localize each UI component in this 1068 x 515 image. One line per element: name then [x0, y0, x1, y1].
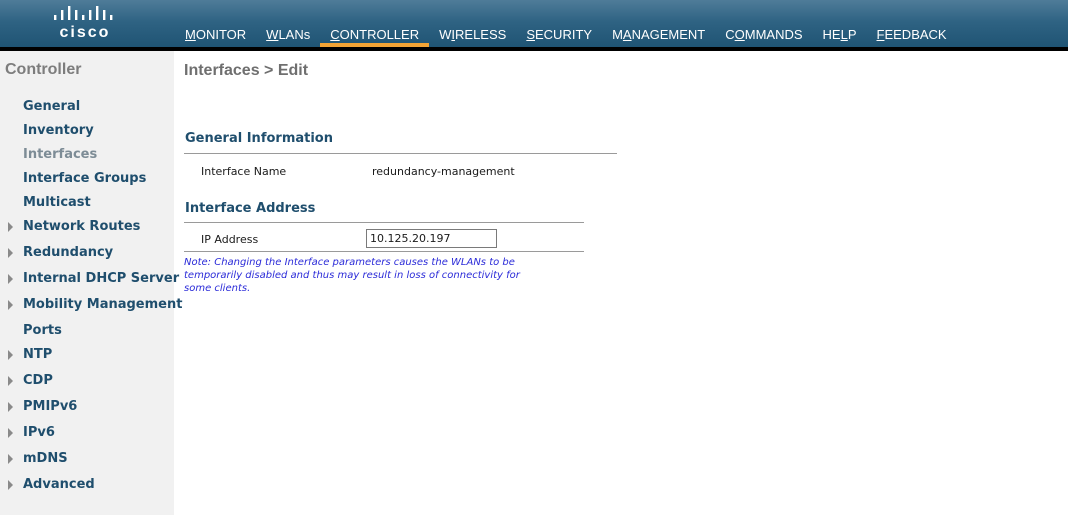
sidebar: Controller General Inventory Interfaces …	[0, 51, 182, 515]
nav-monitor[interactable]: MONITOR	[175, 0, 256, 47]
sidebar-item-mobility-management[interactable]: Mobility Management	[8, 297, 182, 312]
sidebar-item-cdp[interactable]: CDP	[8, 373, 53, 388]
sidebar-item-network-routes[interactable]: Network Routes	[8, 219, 140, 234]
main-content: Interfaces > Edit General Information In…	[174, 51, 1068, 515]
expand-caret-icon[interactable]	[8, 300, 13, 310]
interface-address-heading: Interface Address	[185, 201, 316, 216]
expand-caret-icon[interactable]	[8, 376, 13, 386]
sidebar-item-pmipv6[interactable]: PMIPv6	[8, 399, 77, 414]
nav-controller[interactable]: CONTROLLER	[320, 0, 429, 47]
sidebar-item-ipv6[interactable]: IPv6	[8, 425, 55, 440]
sidebar-item-ntp[interactable]: NTP	[8, 347, 52, 362]
sidebar-item-redundancy[interactable]: Redundancy	[8, 245, 113, 260]
sidebar-item-internal-dhcp-server[interactable]: Internal DHCP Server	[8, 271, 179, 286]
cisco-logo[interactable]: cisco	[50, 5, 120, 43]
cisco-logo-text: cisco	[59, 24, 111, 41]
expand-caret-icon[interactable]	[8, 248, 13, 258]
sidebar-title: Controller	[5, 61, 82, 78]
expand-caret-icon[interactable]	[8, 402, 13, 412]
nav-management[interactable]: MANAGEMENT	[602, 0, 715, 47]
main-nav: MONITOR WLANs CONTROLLER WIRELESS SECURI…	[175, 0, 957, 47]
expand-caret-icon[interactable]	[8, 454, 13, 464]
sidebar-item-interfaces[interactable]: Interfaces	[23, 147, 97, 162]
nav-feedback[interactable]: FEEDBACK	[867, 0, 957, 47]
nav-wireless[interactable]: WIRELESS	[429, 0, 516, 47]
ip-address-label: IP Address	[201, 233, 259, 246]
sidebar-item-interface-groups[interactable]: Interface Groups	[23, 171, 146, 186]
nav-commands[interactable]: COMMANDS	[715, 0, 812, 47]
interface-name-value: redundancy-management	[372, 165, 515, 178]
sidebar-item-mdns[interactable]: mDNS	[8, 451, 68, 466]
expand-caret-icon[interactable]	[8, 222, 13, 232]
sidebar-item-multicast[interactable]: Multicast	[23, 195, 91, 210]
nav-wlans[interactable]: WLANs	[256, 0, 320, 47]
expand-caret-icon[interactable]	[8, 350, 13, 360]
sidebar-item-inventory[interactable]: Inventory	[23, 123, 94, 138]
ip-address-input[interactable]	[366, 229, 497, 248]
cisco-logo-bars-icon	[54, 6, 113, 20]
nav-help[interactable]: HELP	[813, 0, 867, 47]
nav-security[interactable]: SECURITY	[516, 0, 602, 47]
interface-name-label: Interface Name	[201, 165, 287, 178]
section-divider	[184, 222, 584, 223]
sidebar-item-general[interactable]: General	[23, 99, 80, 114]
sidebar-item-ports[interactable]: Ports	[23, 323, 62, 338]
general-information-heading: General Information	[185, 131, 333, 146]
expand-caret-icon[interactable]	[8, 480, 13, 490]
expand-caret-icon[interactable]	[8, 428, 13, 438]
section-divider	[184, 153, 617, 154]
top-header: cisco MONITOR WLANs CONTROLLER WIRELESS …	[0, 0, 1068, 47]
section-divider	[184, 251, 584, 252]
page-title: Interfaces > Edit	[184, 62, 309, 79]
interface-change-note: Note: Changing the Interface parameters …	[184, 257, 520, 294]
expand-caret-icon[interactable]	[8, 274, 13, 284]
sidebar-item-advanced[interactable]: Advanced	[8, 477, 95, 492]
